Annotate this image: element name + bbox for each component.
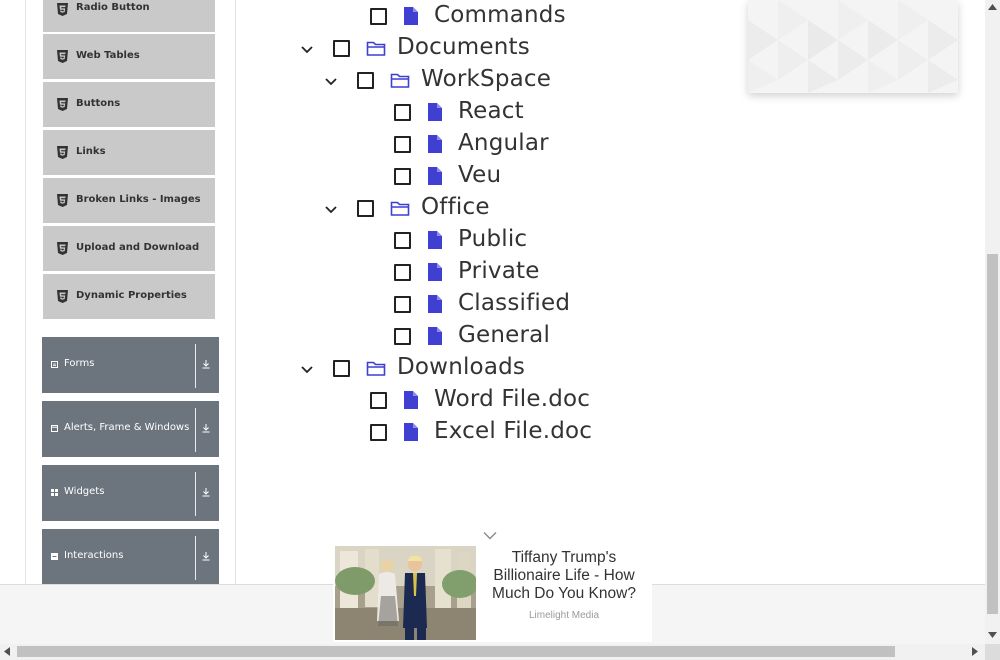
file-icon [404,423,418,441]
file-icon [428,231,442,249]
chevron-down-icon[interactable] [324,205,338,215]
tree-node-veu: Veu [0,162,700,193]
checkbox[interactable] [333,360,350,377]
ad-photo [335,546,476,640]
file-icon [428,167,442,185]
scroll-down-arrow-icon[interactable] [988,632,997,638]
chevron-down-icon[interactable] [300,365,314,375]
tree-node-public: Public [0,226,700,257]
chevron-down-icon[interactable] [483,531,497,540]
chevron-down-icon[interactable] [324,77,338,87]
file-icon [428,135,442,153]
tree-node-label[interactable]: React [458,98,524,124]
tree-node-label[interactable]: Classified [458,290,570,316]
tree-node-classified: Classified [0,290,700,321]
tree-node-label[interactable]: Office [421,194,490,220]
tree-node-office: Office [0,194,700,225]
tree-node-workspace: WorkSpace [0,66,700,97]
checkbox[interactable] [357,200,374,217]
checkbox[interactable] [394,264,411,281]
tree-node-label[interactable]: General [458,322,550,348]
checkbox[interactable] [333,40,350,57]
file-icon [428,263,442,281]
tree-node-downloads: Downloads [0,354,700,385]
vertical-scroll-thumb[interactable] [987,254,998,614]
tree-node-commands: Commands [0,2,700,33]
folder-open-icon [366,361,386,376]
tree-node-label[interactable]: WorkSpace [421,66,551,92]
ad-banner-image[interactable] [748,0,958,93]
list-icon [51,553,58,560]
file-icon [428,295,442,313]
group-divider [195,472,196,516]
tree-node-private: Private [0,258,700,289]
ad-source: Limelight Media [528,610,600,621]
download-arrow-icon[interactable] [201,551,211,561]
tree-node-label[interactable]: Veu [458,162,501,188]
ad-card[interactable]: Tiffany Trump's Billionaire Life - How M… [333,545,652,642]
tree-node-react: React [0,98,700,129]
ad-pattern-image [748,0,958,93]
folder-open-icon [390,201,410,216]
checkbox[interactable] [394,232,411,249]
tree-node-label[interactable]: Commands [434,2,566,28]
grid-icon [51,489,58,496]
checkbox[interactable] [394,168,411,185]
scrollbar-corner [985,644,1000,660]
tree-node-word-file-doc: Word File.doc [0,386,700,417]
tree-node-angular: Angular [0,130,700,161]
ad-headline[interactable]: Tiffany Trump's Billionaire Life - How M… [478,549,650,603]
folder-open-icon [366,41,386,56]
tree-node-label[interactable]: Word File.doc [434,386,590,412]
group-label: Interactions [64,550,124,561]
file-icon [428,327,442,345]
scroll-right-arrow-icon[interactable] [972,647,978,656]
checkbox[interactable] [370,8,387,25]
checkbox[interactable] [394,104,411,121]
group-interactions[interactable]: Interactions [42,529,219,585]
checkbox[interactable] [370,424,387,441]
file-icon [404,391,418,409]
file-icon [404,7,418,25]
checkbox[interactable] [394,296,411,313]
folder-open-icon [390,73,410,88]
tree-node-label[interactable]: Angular [458,130,549,156]
checkbox[interactable] [370,392,387,409]
page: Radio Button Web Tables Buttons Links Br… [0,0,1000,660]
checkbox[interactable] [394,328,411,345]
tree-node-general: General [0,322,700,353]
horizontal-scroll-thumb[interactable] [17,646,895,657]
tree-node-label[interactable]: Downloads [397,354,525,380]
file-icon [428,103,442,121]
tree-node-label[interactable]: Documents [397,34,530,60]
tree-node-excel-file-doc: Excel File.doc [0,418,700,449]
tree-node-label[interactable]: Excel File.doc [434,418,592,444]
tree-node-label[interactable]: Private [458,258,540,284]
chevron-down-icon[interactable] [300,45,314,55]
group-widgets[interactable]: Widgets [42,465,219,521]
group-divider [195,536,196,580]
download-arrow-icon[interactable] [201,487,211,497]
scroll-left-arrow-icon[interactable] [4,647,10,656]
checkbox[interactable] [394,136,411,153]
checkbox[interactable] [357,72,374,89]
scroll-up-arrow-icon[interactable] [988,4,997,10]
group-label: Widgets [64,486,105,497]
tree-node-documents: Documents [0,34,700,65]
tree-node-label[interactable]: Public [458,226,527,252]
